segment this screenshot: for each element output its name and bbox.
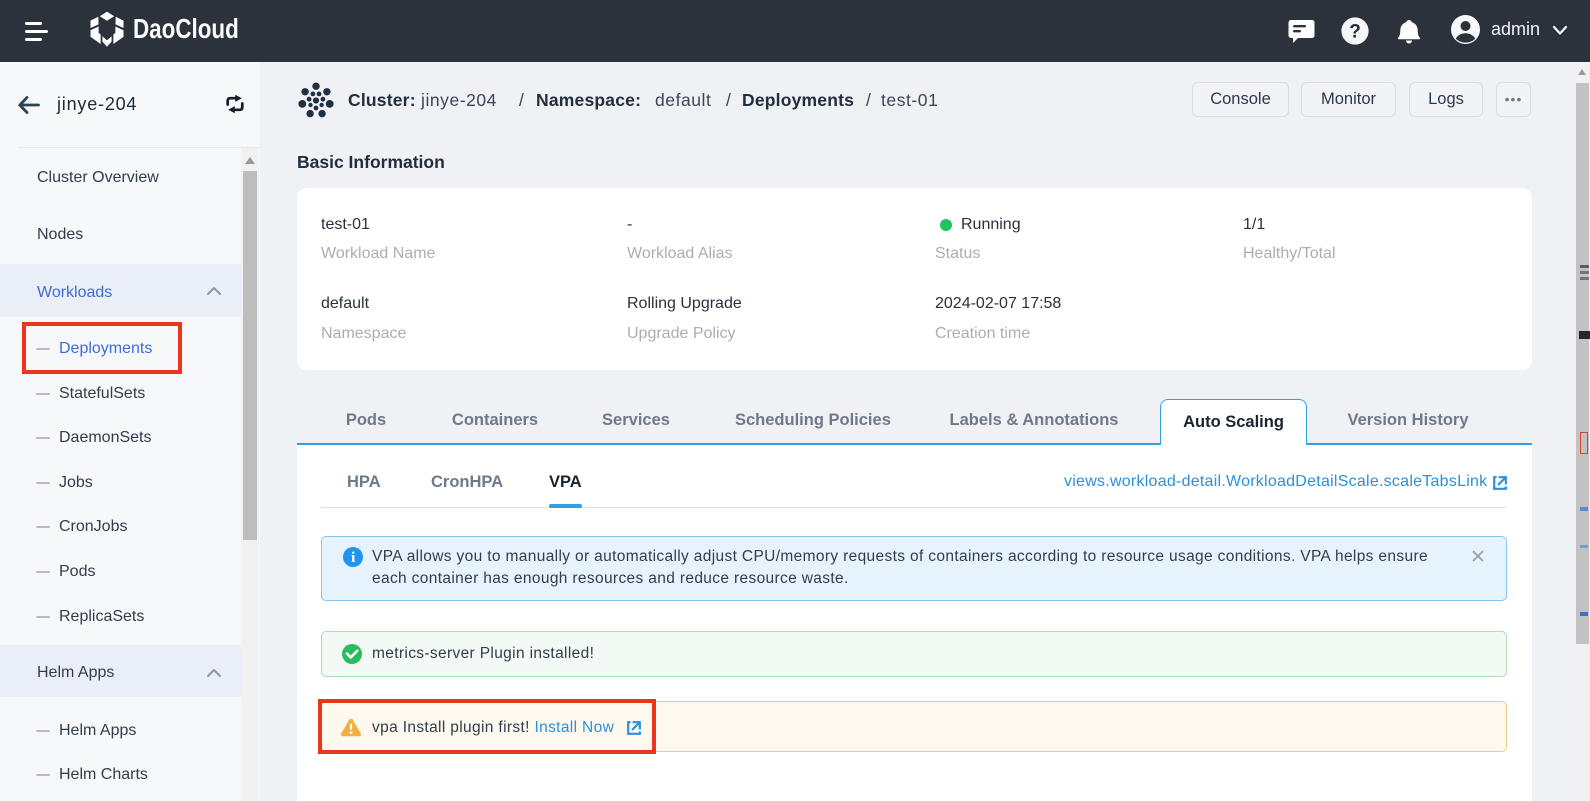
svg-text:i: i xyxy=(351,550,355,566)
svg-text:?: ? xyxy=(1349,22,1361,43)
